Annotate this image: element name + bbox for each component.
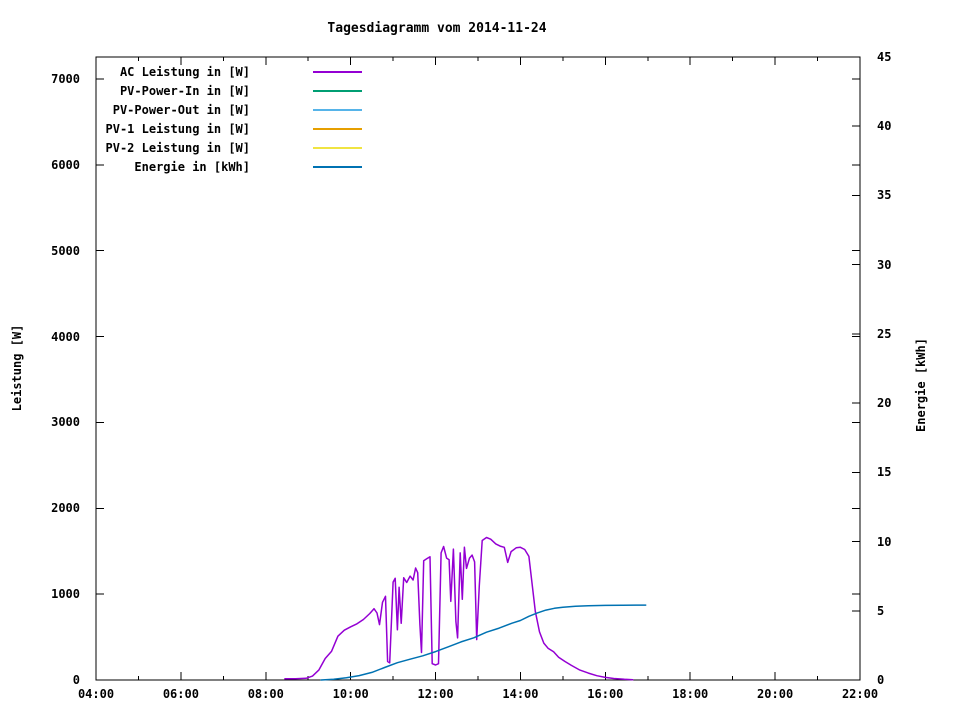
y-left-tick-label: 3000 bbox=[51, 415, 80, 430]
x-tick-label: 14:00 bbox=[502, 687, 539, 701]
x-tick-label: 22:00 bbox=[841, 687, 879, 701]
legend-label: PV-1 Leistung in [W] bbox=[105, 121, 251, 136]
legend-row: PV-2 Leistung in [W] bbox=[35, 138, 362, 157]
legend-line-sample bbox=[313, 70, 362, 73]
x-tick-label: 06:00 bbox=[162, 687, 199, 701]
legend-row: PV-Power-Out in [W] bbox=[35, 100, 362, 119]
legend-line-sample bbox=[313, 89, 362, 92]
x-tick-label: 16:00 bbox=[587, 687, 624, 701]
y-left-tick-label: 0 bbox=[72, 673, 80, 687]
x-tick-label: 20:00 bbox=[757, 687, 794, 701]
series-line bbox=[320, 604, 647, 681]
y-right-tick-label: 15 bbox=[877, 465, 892, 480]
y-left-tick-label: 1000 bbox=[51, 587, 80, 602]
x-tick-label: 18:00 bbox=[672, 687, 709, 701]
y-right-tick-label: 35 bbox=[877, 188, 892, 203]
y-right-tick-label: 10 bbox=[877, 534, 892, 549]
x-tick-label: 04:00 bbox=[77, 687, 115, 701]
y-left-tick-label: 6000 bbox=[51, 157, 80, 172]
legend-row: AC Leistung in [W] bbox=[35, 62, 362, 81]
legend-line-sample bbox=[313, 165, 362, 168]
legend-row: Energie in [kWh] bbox=[35, 157, 362, 176]
legend-line-sample bbox=[313, 127, 362, 130]
legend-row: PV-Power-In in [W] bbox=[35, 81, 362, 100]
y-left-tick-label: 2000 bbox=[51, 501, 80, 516]
legend-line-sample bbox=[313, 146, 362, 149]
y-left-tick-label: 4000 bbox=[51, 329, 80, 344]
y-right-tick-label: 30 bbox=[877, 257, 892, 272]
y-right-tick-label: 20 bbox=[877, 396, 892, 411]
legend-line-sample bbox=[313, 108, 362, 111]
y-right-tick-label: 5 bbox=[877, 603, 885, 618]
legend: AC Leistung in [W] PV-Power-In in [W] PV-P… bbox=[35, 62, 362, 176]
x-tick-label: 10:00 bbox=[332, 687, 369, 701]
y-left-tick-label: 5000 bbox=[51, 243, 80, 258]
daily-pv-chart: Tagesdiagramm vom 2014-11-24 Leistung [W… bbox=[0, 0, 960, 720]
series-line bbox=[284, 536, 634, 681]
legend-label: PV-2 Leistung in [W] bbox=[105, 140, 251, 155]
y-right-tick-label: 40 bbox=[877, 119, 892, 134]
y-right-tick-label: 45 bbox=[877, 50, 892, 64]
legend-row: PV-1 Leistung in [W] bbox=[35, 119, 362, 138]
y-left-tick-label: 7000 bbox=[51, 71, 80, 86]
x-tick-label: 08:00 bbox=[247, 687, 284, 701]
x-tick-label: 12:00 bbox=[417, 687, 454, 701]
y-right-tick-label: 25 bbox=[877, 326, 892, 341]
y-right-tick-label: 0 bbox=[877, 673, 885, 687]
legend-label: PV-Power-Out in [W] bbox=[112, 102, 250, 117]
